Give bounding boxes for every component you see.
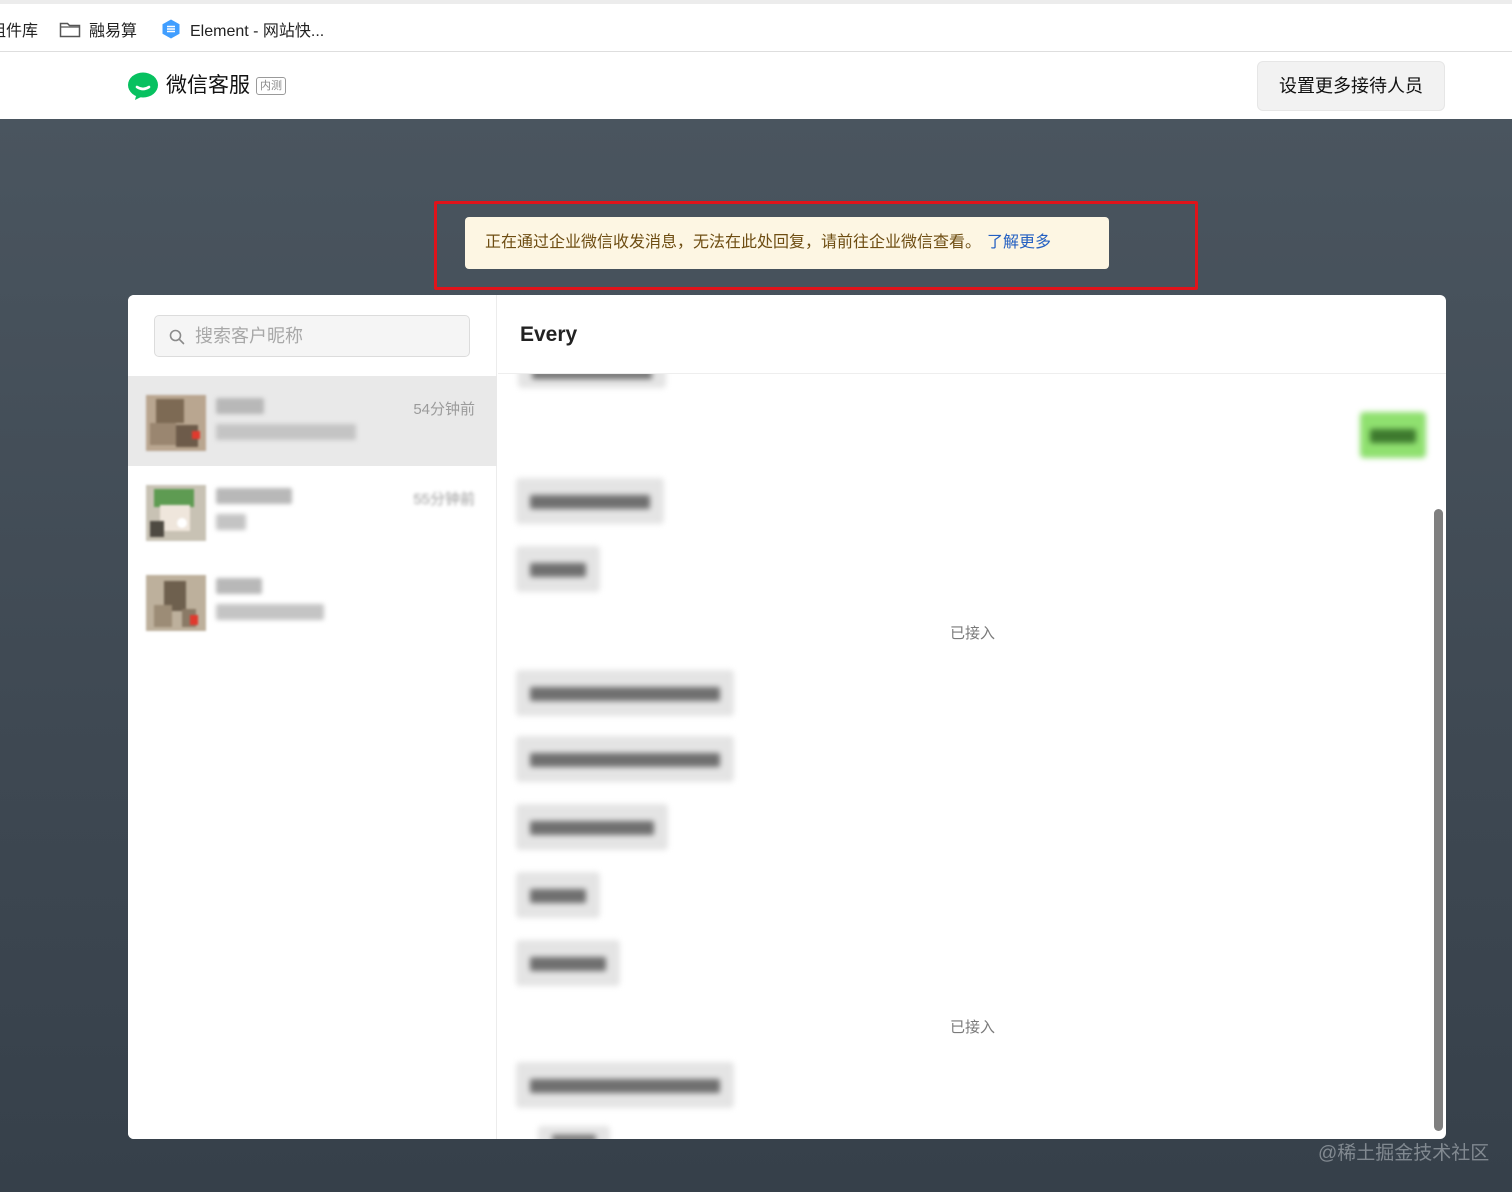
my-message-bubble xyxy=(1360,412,1426,458)
notice-banner: 正在通过企业微信收发消息，无法在此处回复，请前往企业微信查看。 了解更多 xyxy=(465,217,1109,269)
message-bubble xyxy=(516,736,734,782)
search-box[interactable] xyxy=(154,315,470,357)
message-bubble xyxy=(516,872,600,918)
chat-panel: 54分钟前 55分钟前 Every 已接入 xyxy=(128,295,1446,1139)
contact-item[interactable] xyxy=(128,556,497,646)
contact-list-pane: 54分钟前 55分钟前 xyxy=(128,295,497,1139)
avatar xyxy=(146,575,206,631)
set-more-agents-button[interactable]: 设置更多接待人员 xyxy=(1257,61,1445,111)
message-bubble xyxy=(516,546,600,592)
bookmark-label: 组件库 xyxy=(0,23,39,40)
system-message: 已接入 xyxy=(950,1019,996,1036)
app-header: 微信客服 内测 设置更多接待人员 xyxy=(0,52,1512,119)
contact-time: 54分钟前 xyxy=(413,401,475,418)
contact-name xyxy=(216,488,292,504)
element-logo-icon xyxy=(162,19,180,39)
beta-badge: 内测 xyxy=(256,77,286,95)
bookmarks-bar: 组件库 融易算 Element - 网站快... xyxy=(0,0,1512,52)
learn-more-link[interactable]: 了解更多 xyxy=(987,234,1051,251)
message-bubble xyxy=(518,374,666,388)
message-list: 已接入 已接入 xyxy=(498,374,1446,1139)
message-bubble xyxy=(538,1126,610,1139)
search-input[interactable] xyxy=(195,316,455,356)
contact-item[interactable]: 55分钟前 xyxy=(128,466,497,556)
message-bubble xyxy=(516,804,668,850)
message-bubble xyxy=(516,1062,734,1108)
chat-scrollbar[interactable] xyxy=(1434,509,1443,1131)
message-bubble xyxy=(516,940,620,986)
contact-time: 55分钟前 xyxy=(413,491,475,508)
message-bubble xyxy=(516,670,734,716)
avatar xyxy=(146,395,206,451)
bookmark-rongyisuan[interactable]: 融易算 xyxy=(59,18,137,40)
bookmark-element[interactable]: Element - 网站快... xyxy=(160,18,324,40)
contact-last-message xyxy=(216,604,324,620)
contact-last-message xyxy=(216,424,356,440)
watermark: @稀土掘金技术社区 xyxy=(1318,1143,1490,1164)
folder-icon xyxy=(59,22,81,38)
avatar xyxy=(146,485,206,541)
contact-name xyxy=(216,578,262,594)
contact-item[interactable]: 54分钟前 xyxy=(128,376,497,466)
app-title: 微信客服 xyxy=(166,74,250,97)
contact-name xyxy=(216,398,264,414)
contact-last-message xyxy=(216,514,246,530)
message-bubble xyxy=(516,478,664,524)
bookmark-component-library[interactable]: 组件库 xyxy=(0,18,38,40)
notice-text: 正在通过企业微信收发消息，无法在此处回复，请前往企业微信查看。 xyxy=(485,234,982,251)
chat-title: Every xyxy=(520,323,578,346)
search-icon xyxy=(169,329,185,345)
bookmark-label: 融易算 xyxy=(89,23,138,40)
bookmark-label: Element - 网站快... xyxy=(190,23,325,40)
system-message: 已接入 xyxy=(950,625,996,642)
wechat-logo-icon xyxy=(128,72,158,100)
